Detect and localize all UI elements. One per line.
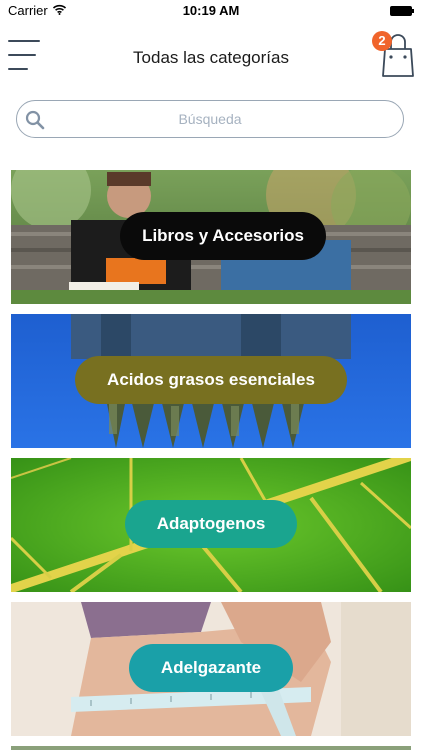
status-bar: Carrier 10:19 AM [0, 0, 422, 22]
category-card-partial[interactable] [11, 746, 411, 750]
category-label: Acidos grasos esenciales [75, 356, 347, 404]
category-label: Adelgazante [129, 644, 293, 692]
search-placeholder: Búsqueda [178, 111, 242, 127]
category-label: Adaptogenos [125, 500, 297, 548]
category-card-acidos-grasos[interactable]: Acidos grasos esenciales [11, 314, 411, 448]
navigation-bar: Todas las categorías [0, 22, 422, 94]
battery-icon [390, 6, 414, 16]
category-image-partial [11, 746, 411, 750]
category-card-adaptogenos[interactable]: Adaptogenos [11, 458, 411, 592]
category-card-libros-accesorios[interactable]: Libros y Accesorios [11, 170, 411, 304]
category-label: Libros y Accesorios [120, 212, 326, 260]
search-field[interactable]: Búsqueda [16, 100, 404, 138]
page-title: Todas las categorías [133, 48, 289, 67]
category-card-adelgazante[interactable]: Adelgazante [11, 602, 411, 736]
cart-count-badge: 2 [372, 31, 392, 51]
status-time: 10:19 AM [182, 3, 240, 18]
